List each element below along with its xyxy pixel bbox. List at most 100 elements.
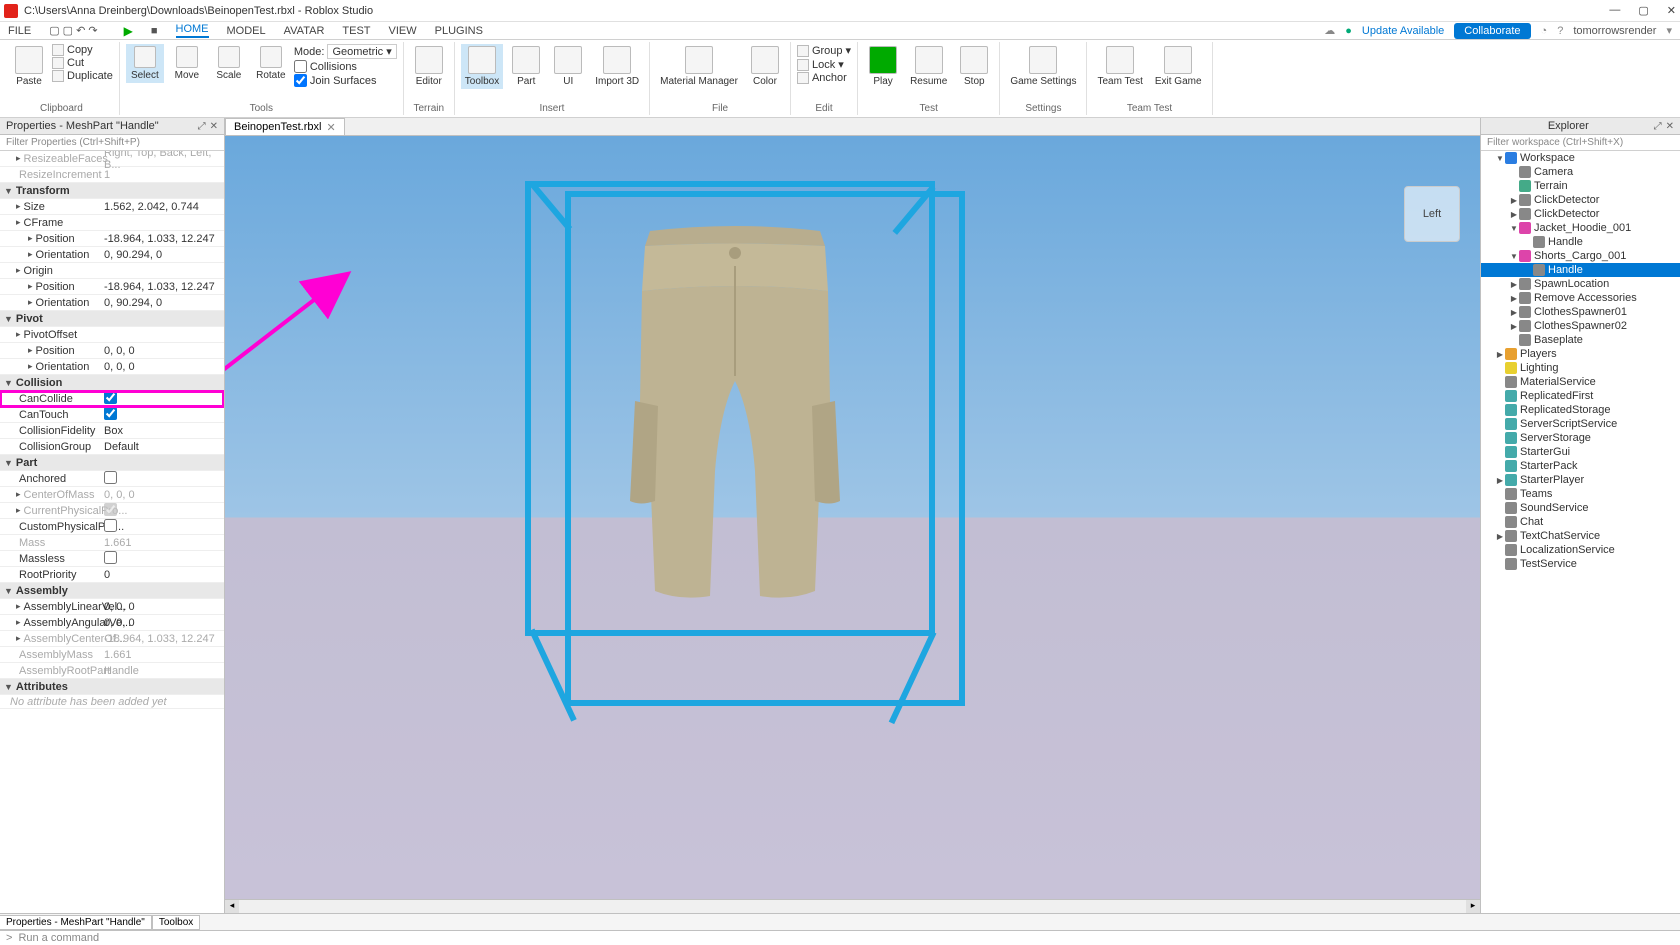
explorer-filter[interactable]: Filter workspace (Ctrl+Shift+X)	[1481, 135, 1680, 151]
prop-row-position[interactable]: ▸Position-18.964, 1.033, 12.247	[0, 231, 224, 247]
close-button[interactable]: ✕	[1667, 4, 1676, 17]
tree-item-clothesspawner01[interactable]: ▶ClothesSpawner01	[1481, 305, 1680, 319]
tree-item-testservice[interactable]: TestService	[1481, 557, 1680, 571]
tab-file[interactable]: BeinopenTest.rbxl✕	[225, 118, 345, 135]
qat-stop-icon[interactable]: ■	[151, 25, 158, 37]
tree-item-soundservice[interactable]: SoundService	[1481, 501, 1680, 515]
prop-row-orientation[interactable]: ▸Orientation0, 90.294, 0	[0, 247, 224, 263]
menu-test[interactable]: TEST	[342, 25, 370, 37]
resume-button[interactable]: Resume	[906, 44, 951, 89]
tree-item-clickdetector[interactable]: ▶ClickDetector	[1481, 207, 1680, 221]
prop-row-massless[interactable]: Massless	[0, 551, 224, 567]
menu-view[interactable]: VIEW	[389, 25, 417, 37]
bottom-tab-properties[interactable]: Properties - MeshPart "Handle"	[0, 915, 152, 930]
toolbox-button[interactable]: Toolbox	[461, 44, 503, 89]
prop-row-cancollide[interactable]: CanCollide	[0, 391, 224, 407]
prop-row-cframe[interactable]: ▸CFrame	[0, 215, 224, 231]
prop-row-mass[interactable]: Mass1.661	[0, 535, 224, 551]
stop-button[interactable]: Stop	[955, 44, 993, 89]
game-settings-button[interactable]: Game Settings	[1006, 44, 1080, 89]
exit-game-button[interactable]: Exit Game	[1151, 44, 1206, 89]
part-button[interactable]: Part	[507, 44, 545, 89]
qat-icons[interactable]: ▢ ▢ ↶ ↷	[49, 24, 97, 37]
material-manager-button[interactable]: Material Manager	[656, 44, 742, 89]
viewport-3d[interactable]: Left YZ	[225, 136, 1480, 899]
duplicate-button[interactable]: Duplicate	[52, 70, 113, 82]
prop-row-assemblylinearvel-[interactable]: ▸AssemblyLinearVel...0, 0, 0	[0, 599, 224, 615]
prop-row-cantouch[interactable]: CanTouch	[0, 407, 224, 423]
prop-row-orientation[interactable]: ▸Orientation0, 90.294, 0	[0, 295, 224, 311]
prop-row-centerofmass[interactable]: ▸CenterOfMass0, 0, 0	[0, 487, 224, 503]
tree-item-spawnlocation[interactable]: ▶SpawnLocation	[1481, 277, 1680, 291]
tree-item-remove-accessories[interactable]: ▶Remove Accessories	[1481, 291, 1680, 305]
prop-row-resizeablefaces[interactable]: ▸ResizeableFacesRight, Top, Back, Left, …	[0, 151, 224, 167]
tree-item-baseplate[interactable]: Baseplate	[1481, 333, 1680, 347]
tree-item-teams[interactable]: Teams	[1481, 487, 1680, 501]
bottom-tab-toolbox[interactable]: Toolbox	[152, 915, 200, 930]
mode-dropdown[interactable]: Geometric ▾	[327, 44, 396, 59]
play-button[interactable]: Play	[864, 44, 902, 89]
tree-item-chat[interactable]: Chat	[1481, 515, 1680, 529]
prop-row-pivotoffset[interactable]: ▸PivotOffset	[0, 327, 224, 343]
prop-row-position[interactable]: ▸Position0, 0, 0	[0, 343, 224, 359]
prop-row-position[interactable]: ▸Position-18.964, 1.033, 12.247	[0, 279, 224, 295]
menu-home[interactable]: HOME	[176, 23, 209, 38]
tree-item-serverscriptservice[interactable]: ServerScriptService	[1481, 417, 1680, 431]
tree-item-starterpack[interactable]: StarterPack	[1481, 459, 1680, 473]
prop-section-header[interactable]: ▼Transform	[0, 183, 224, 199]
tree-item-starterplayer[interactable]: ▶StarterPlayer	[1481, 473, 1680, 487]
copy-button[interactable]: Copy	[52, 44, 113, 56]
explorer-close-icon[interactable]: ✕	[1666, 121, 1674, 132]
tree-item-materialservice[interactable]: MaterialService	[1481, 375, 1680, 389]
menu-avatar[interactable]: AVATAR	[284, 25, 325, 37]
ui-button[interactable]: UI	[549, 44, 587, 89]
prop-section-header[interactable]: ▼Pivot	[0, 311, 224, 327]
prop-row-resizeincrement[interactable]: ResizeIncrement1	[0, 167, 224, 183]
menu-file[interactable]: FILE	[8, 25, 31, 37]
orientation-gizmo[interactable]: Left	[1404, 186, 1460, 242]
tree-item-localizationservice[interactable]: LocalizationService	[1481, 543, 1680, 557]
command-bar[interactable]: >Run a command	[0, 930, 1680, 945]
collaborate-button[interactable]: Collaborate	[1454, 23, 1530, 39]
tree-item-serverstorage[interactable]: ServerStorage	[1481, 431, 1680, 445]
prop-row-collisiongroup[interactable]: CollisionGroupDefault	[0, 439, 224, 455]
menu-plugins[interactable]: PLUGINS	[435, 25, 483, 37]
tree-item-textchatservice[interactable]: ▶TextChatService	[1481, 529, 1680, 543]
props-undock-icon[interactable]: ⤢	[198, 121, 206, 132]
tree-item-camera[interactable]: Camera	[1481, 165, 1680, 179]
color-button[interactable]: Color	[746, 44, 784, 89]
prop-row-assemblyangularve-[interactable]: ▸AssemblyAngularVe...0, 0, 0	[0, 615, 224, 631]
cut-button[interactable]: Cut	[52, 57, 113, 69]
username[interactable]: tomorrowsrender	[1573, 25, 1656, 37]
help-icon[interactable]: ?	[1557, 25, 1563, 37]
update-link[interactable]: Update Available	[1362, 25, 1444, 37]
prop-section-header[interactable]: ▼Collision	[0, 375, 224, 391]
scale-tool[interactable]: Scale	[210, 44, 248, 83]
prop-row-assemblyrootpart[interactable]: AssemblyRootPartHandle	[0, 663, 224, 679]
anchor-button[interactable]: Anchor	[797, 72, 851, 84]
props-close-icon[interactable]: ✕	[210, 121, 218, 132]
import3d-button[interactable]: Import 3D	[591, 44, 643, 89]
tree-item-clickdetector[interactable]: ▶ClickDetector	[1481, 193, 1680, 207]
rotate-tool[interactable]: Rotate	[252, 44, 290, 83]
tree-item-terrain[interactable]: Terrain	[1481, 179, 1680, 193]
properties-filter[interactable]: Filter Properties (Ctrl+Shift+P)	[0, 135, 224, 151]
prop-row-rootpriority[interactable]: RootPriority0	[0, 567, 224, 583]
tree-item-replicatedstorage[interactable]: ReplicatedStorage	[1481, 403, 1680, 417]
qat-play-icon[interactable]: ▶	[124, 24, 133, 38]
tree-item-lighting[interactable]: Lighting	[1481, 361, 1680, 375]
tree-item-players[interactable]: ▶Players	[1481, 347, 1680, 361]
prop-section-header[interactable]: ▼Attributes	[0, 679, 224, 695]
collisions-checkbox[interactable]: Collisions	[294, 60, 397, 73]
prop-row-orientation[interactable]: ▸Orientation0, 0, 0	[0, 359, 224, 375]
prop-section-header[interactable]: ▼Part	[0, 455, 224, 471]
team-test-button[interactable]: Team Test	[1093, 44, 1146, 89]
explorer-undock-icon[interactable]: ⤢	[1654, 121, 1662, 132]
tree-item-startergui[interactable]: StarterGui	[1481, 445, 1680, 459]
tree-item-jacket-hoodie-001[interactable]: ▼Jacket_Hoodie_001	[1481, 221, 1680, 235]
select-tool[interactable]: Select	[126, 44, 164, 83]
tree-item-handle[interactable]: Handle	[1481, 235, 1680, 249]
group-button[interactable]: Group ▾	[797, 44, 851, 57]
terrain-editor-button[interactable]: Editor	[410, 44, 448, 89]
notif-icon[interactable]: ◔	[1541, 25, 1548, 37]
